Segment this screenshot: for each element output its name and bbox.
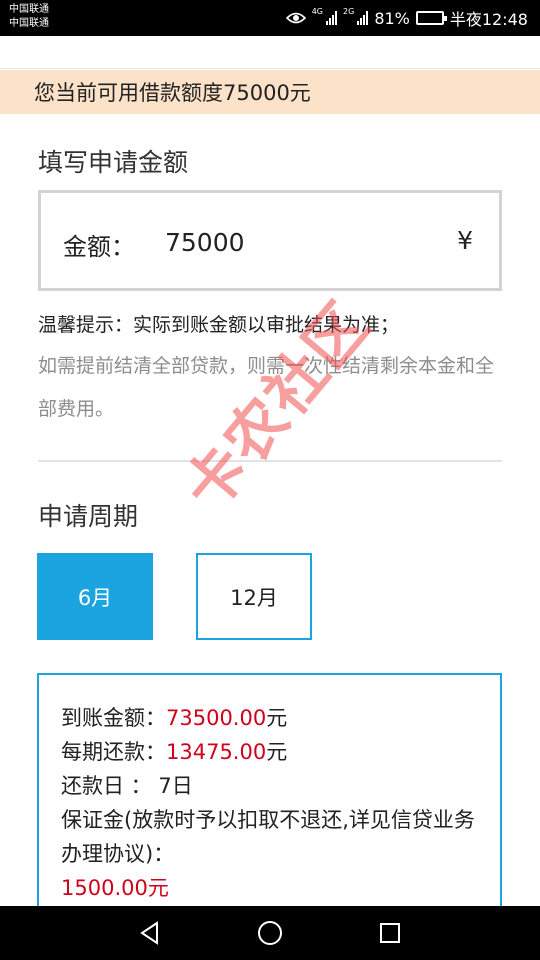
installment-row: 每期还款：13475.00元 — [61, 735, 500, 769]
amount-section-title: 填写申请金额 — [38, 148, 189, 177]
carrier-info: 中国联通 中国联通 — [9, 3, 49, 31]
signal-icon — [357, 11, 369, 25]
repay-day-row: 还款日 ： 7日 — [61, 769, 500, 803]
repay-day-label: 还款日 ： — [61, 774, 152, 798]
currency-symbol: ¥ — [457, 226, 473, 255]
carrier-2: 中国联通 — [9, 18, 49, 29]
deposit-unit: 元 — [147, 876, 169, 900]
amount-input[interactable] — [165, 228, 425, 257]
battery-icon — [415, 11, 447, 25]
clock: 半夜12:48 — [449, 10, 528, 29]
navigation-bar — [0, 906, 540, 960]
period-option-label: 6月 — [77, 585, 113, 610]
deposit-value-row: 1500.00元 — [61, 871, 500, 905]
received-amount-unit: 元 — [266, 706, 288, 730]
deposit-value: 1500.00 — [61, 876, 148, 900]
received-amount-label: 到账金额： — [61, 706, 166, 730]
period-section-title: 申请周期 — [38, 502, 139, 531]
deposit-row: 保证金(放款时予以扣取不退还,详见信贷业务办理协议)： — [61, 803, 481, 871]
credit-limit-banner: 您当前可用借款额度75000元 — [0, 70, 540, 114]
received-amount-row: 到账金额：73500.00元 — [61, 701, 500, 735]
deposit-label: 保证金(放款时予以扣取不退还,详见信贷业务办理协议)： — [61, 808, 475, 866]
period-option-label: 12月 — [230, 585, 278, 610]
installment-value: 13475.00 — [166, 740, 267, 764]
sim2-network-label: 2G — [343, 7, 355, 16]
recent-apps-icon[interactable] — [376, 919, 404, 947]
received-amount-value: 73500.00 — [166, 706, 267, 730]
repay-day-value: 7日 — [158, 774, 193, 798]
back-icon[interactable] — [136, 919, 164, 947]
signal-icon — [326, 11, 338, 25]
sim1-network-label: 4G — [311, 7, 324, 16]
period-option-12-months[interactable]: 12月 — [196, 553, 312, 640]
battery-percent: 81% — [374, 8, 410, 28]
installment-label: 每期还款： — [61, 740, 166, 764]
app-header — [0, 36, 540, 69]
eye-icon — [285, 12, 306, 24]
installment-unit: 元 — [266, 740, 288, 764]
status-indicators: 4G 2G 81% 半夜12:48 — [285, 0, 528, 36]
amount-label: 金额： — [63, 233, 135, 261]
period-option-6-months[interactable]: 6月 — [37, 553, 153, 640]
home-icon[interactable] — [256, 919, 284, 947]
carrier-1: 中国联通 — [9, 4, 49, 15]
status-bar: 中国联通 中国联通 4G 2G 81% 半夜12:48 — [0, 0, 540, 36]
amount-input-box[interactable]: 金额： ¥ — [38, 190, 502, 291]
credit-limit-text: 您当前可用借款额度75000元 — [34, 81, 311, 105]
loan-summary-box: 到账金额：73500.00元 每期还款：13475.00元 还款日 ： 7日 保… — [37, 673, 502, 933]
